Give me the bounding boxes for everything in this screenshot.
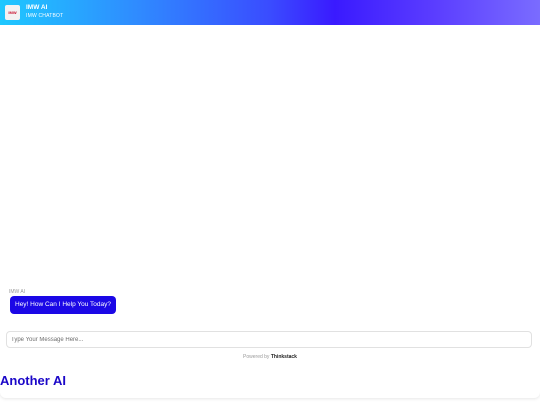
message-list[interactable] xyxy=(0,25,540,325)
powered-by-brand-link[interactable]: Thinkstack xyxy=(271,354,297,360)
chat-widget: IMW IMW AI IMW CHATBOT IMW AI Hey! How C… xyxy=(0,0,540,398)
bot-message-bubble: Hey! How Can I Help You Today? xyxy=(10,296,116,314)
chat-subtitle: IMW CHATBOT xyxy=(26,13,64,19)
bot-logo-text: IMW xyxy=(8,10,17,15)
message-input-box[interactable] xyxy=(6,331,532,348)
powered-by-label: Powered by xyxy=(243,354,270,360)
bot-avatar: IMW xyxy=(5,5,20,20)
chat-title: IMW AI xyxy=(26,4,48,11)
powered-by: Powered by Thinkstack xyxy=(0,354,540,360)
chat-header: IMW IMW AI IMW CHATBOT xyxy=(0,0,540,25)
bot-sender-name: IMW AI xyxy=(9,289,26,295)
message-input[interactable] xyxy=(11,332,523,347)
section-heading: Another AI xyxy=(0,373,66,388)
page: IMW IMW AI IMW CHATBOT IMW AI Hey! How C… xyxy=(0,0,540,405)
